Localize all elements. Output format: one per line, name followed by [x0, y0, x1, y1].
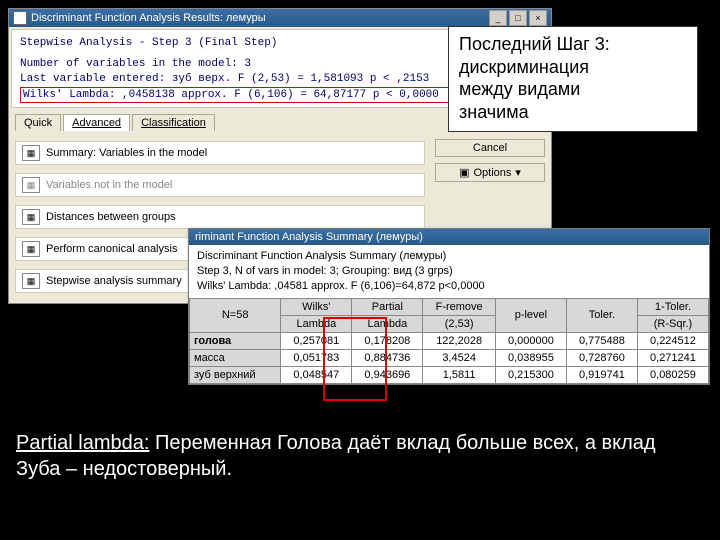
annot-l4: значима — [459, 101, 687, 124]
bottom-ul: Partial lambda: — [16, 432, 149, 454]
grid-icon: ▦ — [22, 273, 40, 289]
options-label: Options — [473, 167, 511, 179]
cell: 0,943696 — [352, 366, 423, 383]
ss-h3: Wilks' Lambda: ,04581 approx. F (6,106)=… — [197, 279, 701, 294]
tab-quick[interactable]: Quick — [15, 114, 61, 131]
options-icon: ▣ — [459, 166, 469, 179]
summary-table: N=58 Wilks' Partial F-remove p-level Tol… — [189, 298, 709, 384]
window-title: Discriminant Function Analysis Results: … — [31, 12, 266, 24]
col-partial: Partial — [352, 298, 423, 315]
col-fremove: F-remove — [423, 298, 496, 315]
col-wilks: Wilks' — [281, 298, 352, 315]
ss-header-text: Discriminant Function Analysis Summary (… — [189, 245, 709, 298]
tab-advanced[interactable]: Advanced — [63, 114, 130, 131]
grid-icon: ▦ — [22, 241, 40, 257]
col-1toler: 1-Toler. — [637, 298, 708, 315]
options-button[interactable]: ▣ Options ▾ — [435, 163, 545, 182]
cell: 0,000000 — [495, 332, 566, 349]
grid-icon: ▦ — [22, 177, 40, 193]
annot-l3: между видами — [459, 78, 687, 101]
cell: 0,224512 — [637, 332, 708, 349]
col-plevel: p-level — [495, 298, 566, 332]
col-toler: Toler. — [566, 298, 637, 332]
table-row: зуб верхний 0,048547 0,943696 1,5811 0,2… — [190, 366, 709, 383]
corner-cell: N=58 — [190, 298, 281, 332]
table-row: голова 0,257081 0,178208 122,2028 0,0000… — [190, 332, 709, 349]
cell: 0,051783 — [281, 349, 352, 366]
col-wilks-b: Lambda — [281, 315, 352, 332]
minimize-button[interactable]: _ — [489, 10, 507, 26]
col-fremove-b: (2,53) — [423, 315, 496, 332]
cell: 0,257081 — [281, 332, 352, 349]
cell: 0,178208 — [352, 332, 423, 349]
annot-l2: дискриминация — [459, 56, 687, 79]
action-label: Summary: Variables in the model — [46, 147, 207, 159]
action-label: Distances between groups — [46, 211, 176, 223]
cancel-label: Cancel — [473, 142, 507, 154]
window-icon — [13, 11, 27, 25]
maximize-button[interactable]: □ — [509, 10, 527, 26]
col-1toler-b: (R-Sqr.) — [637, 315, 708, 332]
cell: 122,2028 — [423, 332, 496, 349]
close-button[interactable]: × — [529, 10, 547, 26]
action-distances[interactable]: ▦ Distances between groups — [15, 205, 425, 229]
action-label: Perform canonical analysis — [46, 243, 177, 255]
summary-spreadsheet-window: riminant Function Analysis Summary (лему… — [188, 228, 710, 385]
annotation-box: Последний Шаг 3: дискриминация между вид… — [448, 26, 698, 132]
ss-titlebar[interactable]: riminant Function Analysis Summary (лему… — [189, 229, 709, 245]
ss-window-title: riminant Function Analysis Summary (лему… — [195, 231, 423, 243]
rowhead-massa: масса — [190, 349, 281, 366]
action-vars-not-in-model[interactable]: ▦ Variables not in the model — [15, 173, 425, 197]
ss-h1: Discriminant Function Analysis Summary (… — [197, 249, 701, 264]
tab-strip: Quick Advanced Classification — [15, 114, 215, 131]
cell: 0,048547 — [281, 366, 352, 383]
action-label: Stepwise analysis summary — [46, 275, 182, 287]
rowhead-golova: голова — [190, 332, 281, 349]
cancel-button[interactable]: Cancel — [435, 139, 545, 157]
annot-l1: Последний Шаг 3: — [459, 33, 687, 56]
ss-h2: Step 3, N of vars in model: 3; Grouping:… — [197, 264, 701, 279]
table-row: масса 0,051783 0,884736 3,4524 0,038955 … — [190, 349, 709, 366]
grid-icon: ▦ — [22, 209, 40, 225]
titlebar[interactable]: Discriminant Function Analysis Results: … — [9, 9, 551, 27]
cell: 0,919741 — [566, 366, 637, 383]
grid-icon: ▦ — [22, 145, 40, 161]
cell: 0,271241 — [637, 349, 708, 366]
action-summary-vars[interactable]: ▦ Summary: Variables in the model — [15, 141, 425, 165]
cell: 3,4524 — [423, 349, 496, 366]
rowhead-zub: зуб верхний — [190, 366, 281, 383]
cell: 0,884736 — [352, 349, 423, 366]
chevron-down-icon: ▾ — [515, 166, 521, 179]
bottom-annotation: Partial lambda: Переменная Голова даёт в… — [16, 430, 696, 482]
wilks-line: Wilks' Lambda: ,0458138 approx. F (6,106… — [23, 89, 439, 101]
cell: 0,728760 — [566, 349, 637, 366]
col-partial-b: Lambda — [352, 315, 423, 332]
cell: 1,5811 — [423, 366, 496, 383]
tab-classification[interactable]: Classification — [132, 114, 215, 131]
cell: 0,775488 — [566, 332, 637, 349]
cell: 0,215300 — [495, 366, 566, 383]
action-label: Variables not in the model — [46, 179, 172, 191]
cell: 0,038955 — [495, 349, 566, 366]
cell: 0,080259 — [637, 366, 708, 383]
